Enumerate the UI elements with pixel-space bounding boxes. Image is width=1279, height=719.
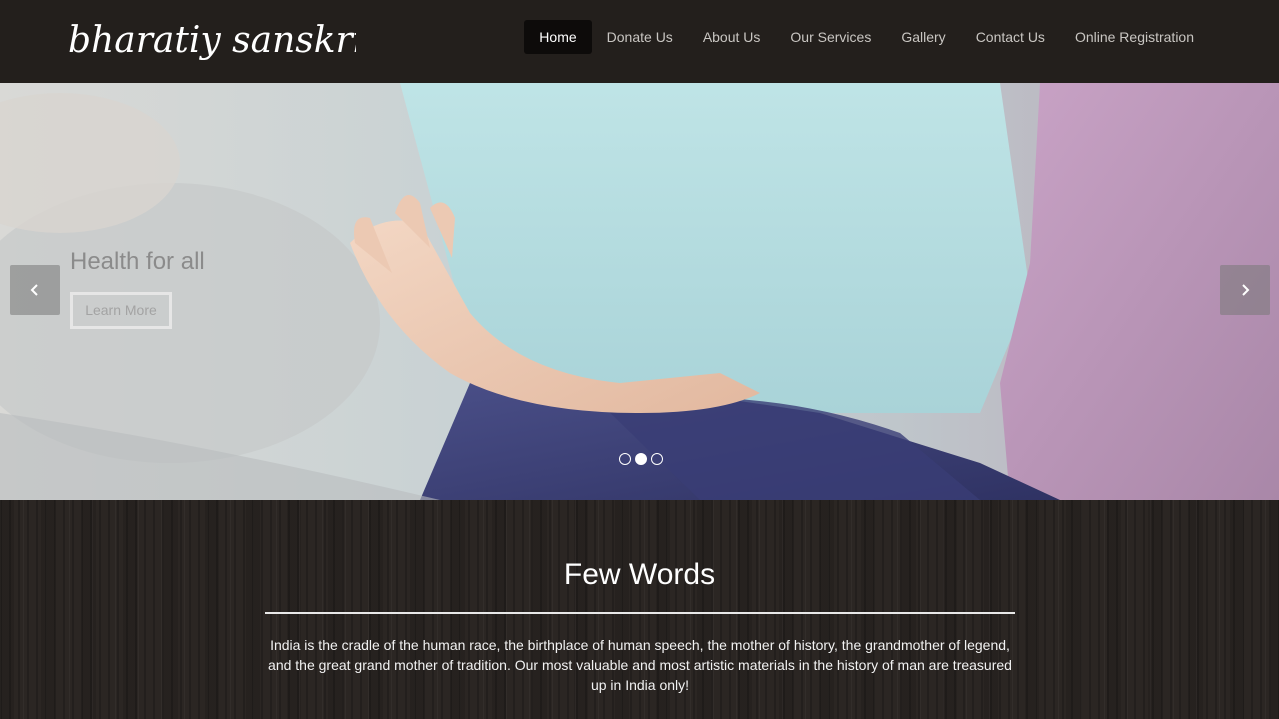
nav-item-online-registration[interactable]: Online Registration — [1060, 20, 1209, 54]
nav-item-about-us[interactable]: About Us — [688, 20, 776, 54]
hero-yoga-image — [0, 83, 1279, 500]
slide-indicator-3[interactable] — [651, 453, 663, 465]
slider-indicators — [619, 453, 663, 465]
section-text: India is the cradle of the human race, t… — [268, 637, 1012, 693]
hero-slider: Health for all Learn More — [0, 83, 1279, 500]
hero-caption: Health for all — [70, 248, 205, 276]
slide-indicator-2[interactable] — [635, 453, 647, 465]
site-logo[interactable]: bharatiy sanskriti — [66, 14, 356, 70]
section-divider — [265, 612, 1015, 614]
chevron-left-icon — [30, 284, 38, 296]
nav-item-donate-us[interactable]: Donate Us — [592, 20, 688, 54]
nav-item-home[interactable]: Home — [524, 20, 592, 54]
nav-item-gallery[interactable]: Gallery — [886, 20, 960, 54]
logo-text: bharatiy sanskriti — [68, 20, 356, 61]
chevron-right-icon — [1242, 284, 1250, 296]
slide-indicator-1[interactable] — [619, 453, 631, 465]
few-words-section: Few Words India is the cradle of the hum… — [0, 500, 1279, 719]
slider-next-button[interactable] — [1220, 265, 1270, 315]
nav-item-contact-us[interactable]: Contact Us — [961, 20, 1060, 54]
top-navbar: bharatiy sanskriti Home Donate Us About … — [0, 0, 1279, 83]
main-nav: Home Donate Us About Us Our Services Gal… — [524, 20, 1209, 54]
section-title: Few Words — [563, 558, 716, 591]
learn-more-button[interactable]: Learn More — [70, 292, 172, 329]
hero-title: Health for all — [70, 248, 205, 275]
slider-prev-button[interactable] — [10, 265, 60, 315]
nav-item-our-services[interactable]: Our Services — [775, 20, 886, 54]
